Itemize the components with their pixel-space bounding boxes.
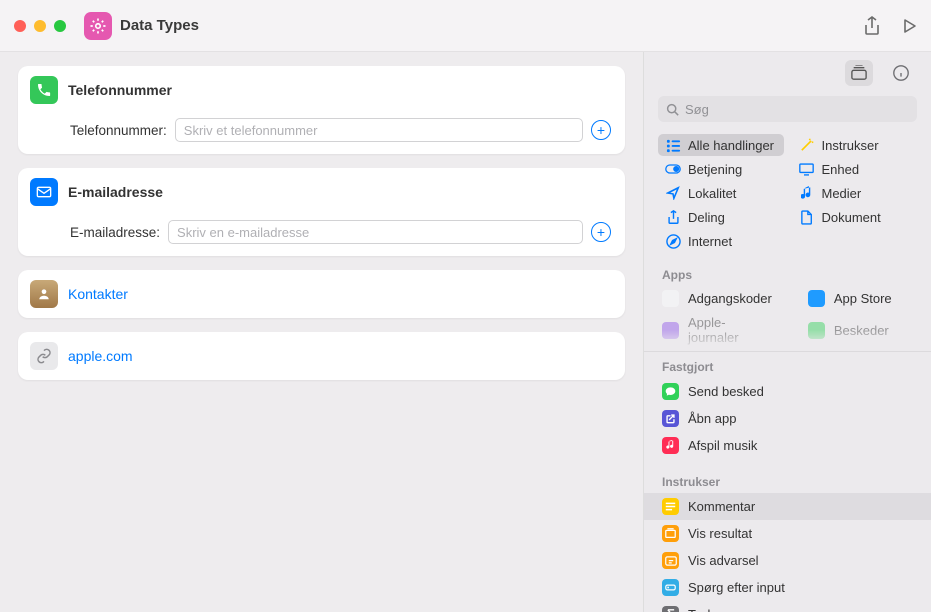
doc-icon (799, 209, 815, 225)
apps-list: AdgangskoderApp StoreApple-​journalerBes… (644, 286, 931, 349)
play-icon[interactable] (903, 16, 917, 36)
app-item[interactable]: Adgangskoder (644, 286, 790, 311)
action-title: E-mailadresse (68, 184, 163, 200)
script-action[interactable]: Spørg efter input (644, 574, 931, 601)
scripts-section-label: Instrukser (644, 467, 931, 493)
zoom-window[interactable] (54, 20, 66, 32)
pinned-action[interactable]: Åbn app (644, 405, 931, 432)
app-icon (808, 322, 825, 339)
library-icon[interactable] (845, 60, 873, 86)
share-icon[interactable] (863, 16, 881, 36)
link-icon (30, 342, 58, 370)
phone-field-label: Telefonnummer: (70, 123, 167, 138)
pinned-section-label: Fastgjort (644, 352, 931, 378)
loc-icon (665, 185, 681, 201)
pinned-list: Send beskedÅbn appAfspil musik (644, 378, 931, 459)
script-action[interactable]: Vis advarsel (644, 547, 931, 574)
workflow-canvas: Telefonnummer Telefonnummer: + E-mailadr… (0, 52, 643, 612)
category-alle-handlinger[interactable]: Alle handlinger (658, 134, 784, 156)
result-icon (662, 525, 679, 542)
contacts-icon (30, 280, 58, 308)
pinned-action[interactable]: Send besked (644, 378, 931, 405)
add-phone-button[interactable]: + (591, 120, 611, 140)
phone-input[interactable] (175, 118, 583, 142)
alert-icon (662, 552, 679, 569)
shortcut-icon (84, 12, 112, 40)
email-input[interactable] (168, 220, 583, 244)
category-dokument[interactable]: Dokument (792, 206, 918, 228)
url-token[interactable]: apple.com (68, 348, 133, 364)
category-enhed[interactable]: Enhed (792, 158, 918, 180)
action-title: Telefonnummer (68, 82, 172, 98)
search-icon (666, 103, 679, 116)
action-phone[interactable]: Telefonnummer Telefonnummer: + (18, 66, 625, 154)
music-icon (662, 437, 679, 454)
open-icon (662, 410, 679, 427)
category-betjening[interactable]: Betjening (658, 158, 784, 180)
window-controls (14, 20, 66, 32)
lines-icon (662, 498, 679, 515)
search-input[interactable] (685, 102, 909, 117)
wand-icon (799, 137, 815, 153)
phone-icon (30, 76, 58, 104)
safari-icon (665, 233, 681, 249)
app-item[interactable]: Apple-​journaler (644, 311, 790, 349)
apps-section-label: Apps (644, 260, 931, 286)
share-icon (665, 209, 681, 225)
app-icon (662, 322, 679, 339)
action-contacts[interactable]: Kontakter (18, 270, 625, 318)
category-deling[interactable]: Deling (658, 206, 784, 228)
email-field-label: E-mailadresse: (70, 225, 160, 240)
script-action[interactable]: Tæl (644, 601, 931, 612)
app-item[interactable]: Beskeder (790, 311, 931, 349)
app-icon (662, 290, 679, 307)
category-instrukser[interactable]: Instrukser (792, 134, 918, 156)
category-lokalitet[interactable]: Lokalitet (658, 182, 784, 204)
scripts-list: KommentarVis resultatVis advarselSpørg e… (644, 493, 931, 612)
list-icon (665, 137, 681, 153)
app-item[interactable]: App Store (790, 286, 931, 311)
category-medier[interactable]: Medier (792, 182, 918, 204)
search-field[interactable] (658, 96, 917, 122)
music-icon (799, 185, 815, 201)
category-grid: Alle handlinger Instrukser Betjening Enhed L… (644, 132, 931, 260)
display-icon (799, 161, 815, 177)
contacts-token[interactable]: Kontakter (68, 286, 128, 302)
pinned-action[interactable]: Afspil musik (644, 432, 931, 459)
action-email[interactable]: E-mailadresse E-mailadresse: + (18, 168, 625, 256)
info-icon[interactable] (887, 60, 915, 86)
action-url[interactable]: apple.com (18, 332, 625, 380)
close-window[interactable] (14, 20, 26, 32)
script-action[interactable]: Kommentar (644, 493, 931, 520)
toggle-icon (665, 161, 681, 177)
minimize-window[interactable] (34, 20, 46, 32)
category-internet[interactable]: Internet (658, 230, 784, 252)
page-title: Data Types (120, 17, 199, 34)
add-email-button[interactable]: + (591, 222, 611, 242)
msg-icon (662, 383, 679, 400)
app-icon (808, 290, 825, 307)
sigma-icon (662, 606, 679, 612)
input-icon (662, 579, 679, 596)
sidebar: Alle handlinger Instrukser Betjening Enhed L… (643, 52, 931, 612)
script-action[interactable]: Vis resultat (644, 520, 931, 547)
titlebar: Data Types (0, 0, 931, 52)
mail-icon (30, 178, 58, 206)
